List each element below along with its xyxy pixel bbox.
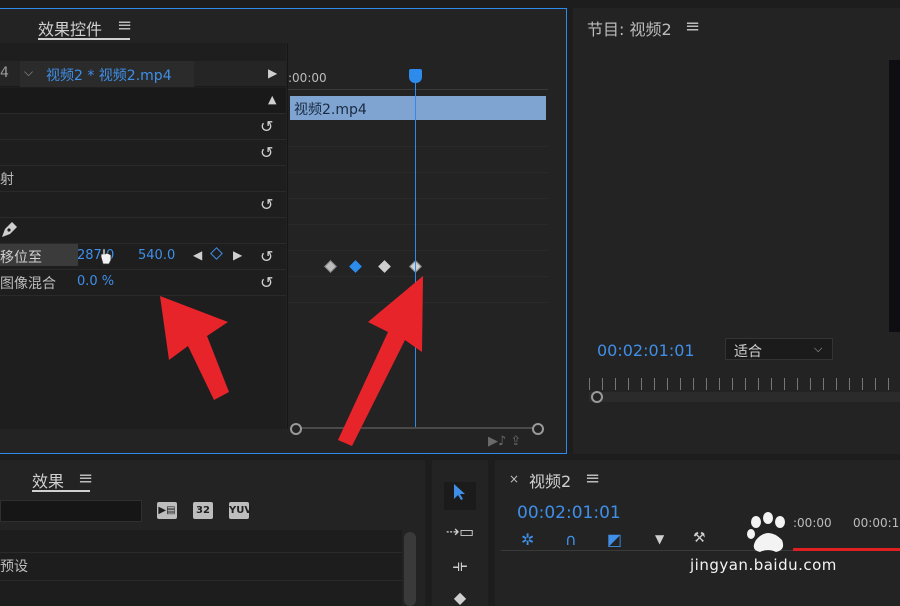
property-row: ↺: [0, 192, 286, 218]
list-divider: [0, 552, 402, 553]
position-y-value[interactable]: 540.0: [138, 248, 175, 263]
clip-block[interactable]: 视频2.mp4: [290, 96, 546, 120]
timeline-timecode[interactable]: 00:02:01:01: [517, 503, 621, 523]
scrollbar-left-handle[interactable]: [290, 423, 302, 435]
clip-block-label: 视频2.mp4: [294, 102, 367, 118]
effect-properties-list: 4 ⌵ 视频2 * 视频2.mp4 ▶ ▲ ↺ ↺ 射 ↺ 移位至 287.0 …: [0, 43, 286, 429]
tab-underline: [38, 38, 130, 40]
previous-keyframe-icon[interactable]: ◀: [193, 248, 202, 262]
ripple-edit-tool[interactable]: ⟛: [444, 552, 476, 580]
fit-dropdown[interactable]: 适合 ⌵: [725, 338, 833, 360]
accelerated-effects-icon[interactable]: ▶▤: [157, 502, 177, 519]
clip-selector-bar: 4 ⌵ 视频2 * 视频2.mp4 ▶: [0, 61, 286, 87]
snap-magnet-icon[interactable]: ∩: [565, 530, 577, 549]
program-monitor-panel: 节目: 视频2 ≡ 00:02:01:01 适合 ⌵: [573, 8, 900, 454]
tab-underline: [32, 490, 90, 492]
effects-list: 预设: [0, 530, 402, 606]
razor-tool[interactable]: ◆: [444, 584, 476, 606]
panel-menu-icon[interactable]: ≡: [685, 16, 700, 37]
fit-label: 适合: [734, 344, 762, 360]
scrollbar-track[interactable]: [300, 427, 534, 429]
reset-icon[interactable]: ↺: [260, 273, 273, 292]
yuv-badge[interactable]: YUV: [229, 502, 252, 519]
nest-icon[interactable]: ✲: [521, 530, 534, 549]
clip-dropdown[interactable]: ⌵ 视频2 * 视频2.mp4: [20, 61, 194, 87]
panel-menu-icon[interactable]: ≡: [78, 468, 93, 489]
chevron-down-icon: ⌵: [814, 342, 823, 355]
section-header-row[interactable]: ▲: [0, 88, 286, 114]
timeline-row: [288, 277, 548, 303]
property-label: 移位至: [0, 250, 42, 266]
scrollbar-right-handle[interactable]: [532, 423, 544, 435]
effects-tab[interactable]: 效果: [32, 468, 64, 492]
sequence-prefix: 4: [0, 65, 9, 81]
hand-cursor-icon: [98, 247, 114, 269]
close-icon[interactable]: ×: [509, 472, 519, 486]
timeline-row: [288, 173, 548, 199]
property-label: 图像混合: [0, 276, 56, 292]
effect-controls-header: 效果控件 ≡: [0, 9, 566, 43]
baidu-logo-icon: [747, 512, 785, 552]
property-row: ↺: [0, 114, 286, 140]
reset-icon[interactable]: ↺: [260, 117, 273, 136]
tools-panel: ⇢▭ ⟛ ◆: [432, 460, 488, 606]
video-preview: [889, 60, 900, 332]
monitor-time-ruler[interactable]: [589, 378, 900, 390]
clip-name: 视频2 * 视频2.mp4: [46, 68, 172, 84]
selection-tool[interactable]: [444, 482, 476, 510]
panel-menu-icon[interactable]: ≡: [117, 15, 132, 36]
list-divider: [0, 580, 402, 581]
scrub-handle[interactable]: [591, 391, 603, 403]
list-item[interactable]: 预设: [0, 556, 28, 576]
32bit-badge[interactable]: 32: [193, 502, 213, 519]
track-select-tool[interactable]: ⇢▭: [444, 518, 476, 546]
vertical-scrollbar[interactable]: [404, 532, 416, 606]
play-arrow-icon[interactable]: ▶: [268, 66, 277, 80]
ruler-divider: [288, 89, 548, 90]
playhead-handle[interactable]: [409, 69, 422, 83]
collapse-up-icon[interactable]: ▲: [268, 93, 276, 106]
chevron-down-icon: ⌵: [24, 65, 34, 79]
property-row-blend: 图像混合 0.0 % ↺: [0, 270, 286, 296]
timeline-tab[interactable]: 视频2: [529, 468, 571, 492]
baidu-watermark: jingyan.baidu.com: [690, 510, 890, 600]
property-label: 射: [0, 172, 14, 188]
timeline-row: [288, 147, 548, 173]
effects-search-input[interactable]: [0, 500, 142, 522]
timeline-row: [288, 225, 548, 251]
pen-row: [0, 218, 286, 244]
timeline-row: [288, 121, 548, 147]
next-keyframe-icon[interactable]: ▶: [233, 248, 242, 262]
property-row: 射: [0, 166, 286, 192]
arrow-cursor-icon: [454, 484, 465, 500]
pen-icon[interactable]: [0, 219, 20, 243]
reset-icon[interactable]: ↺: [260, 143, 273, 162]
timeline-row: [288, 199, 548, 225]
property-row: ↺: [0, 140, 286, 166]
program-monitor-title[interactable]: 节目: 视频2: [587, 16, 672, 40]
playhead-line[interactable]: [415, 83, 416, 429]
reset-icon[interactable]: ↺: [260, 195, 273, 214]
ruler-timecode: :00:00: [288, 71, 327, 85]
audio-export-icons[interactable]: ▶♪ ⇪: [488, 434, 521, 449]
effects-panel: 效果 ≡ ▶▤ 32 YUV 预设: [0, 460, 425, 606]
program-timecode[interactable]: 00:02:01:01: [597, 341, 695, 360]
watermark-text: jingyan.baidu.com: [690, 556, 837, 574]
reset-icon[interactable]: ↺: [260, 247, 273, 266]
property-row-yiwei: 移位至 287.0 540.0 ◀ ▶ ↺: [0, 244, 286, 270]
blend-value[interactable]: 0.0 %: [77, 274, 114, 289]
panel-menu-icon[interactable]: ≡: [585, 468, 600, 489]
zoom-scrollbar[interactable]: [290, 423, 544, 435]
effect-controls-panel: 效果控件 ≡ 4 ⌵ 视频2 * 视频2.mp4 ▶ ▲ ↺ ↺ 射 ↺ 移位至…: [0, 8, 567, 454]
effect-controls-timeline: :00:00 视频2.mp4: [287, 43, 548, 429]
monitor-scrub-bar[interactable]: [589, 392, 900, 402]
effect-controls-tab[interactable]: 效果控件: [38, 16, 102, 40]
linked-selection-icon[interactable]: ◩: [607, 530, 622, 549]
add-keyframe-icon[interactable]: [210, 247, 223, 260]
add-marker-icon[interactable]: ▼: [655, 532, 664, 546]
